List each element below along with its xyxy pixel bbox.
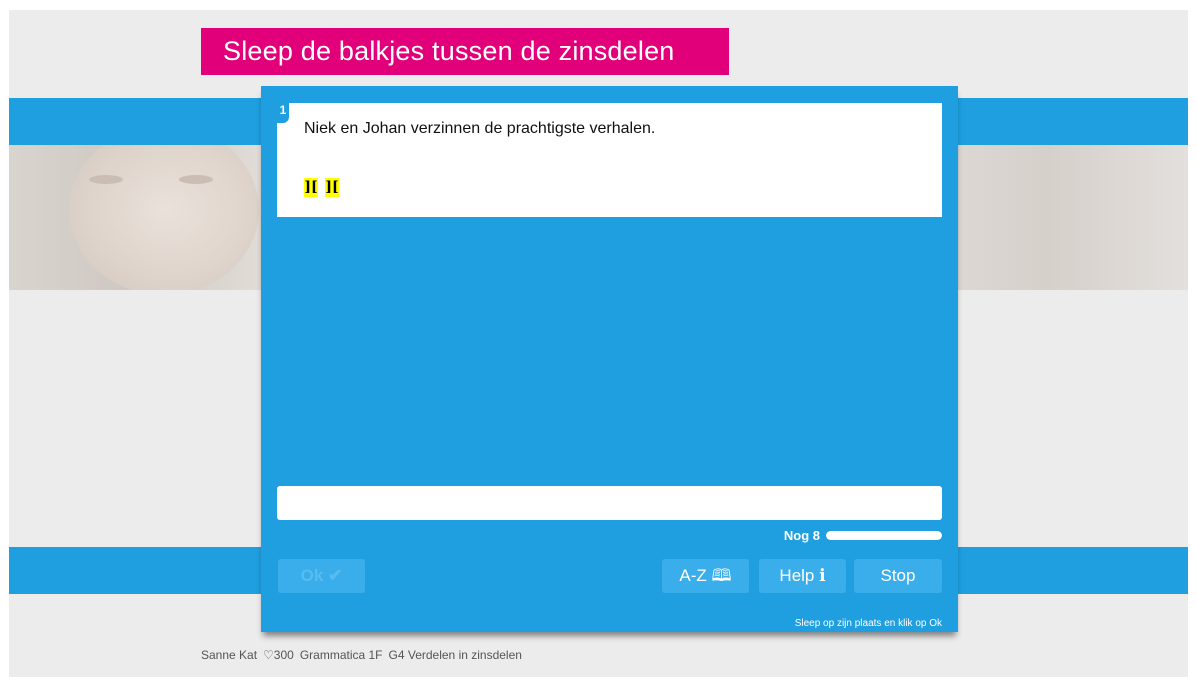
progress-bar [826,531,942,540]
progress-indicator: Nog 8 [784,528,942,543]
eye-shape [89,175,123,184]
divider-marker[interactable]: ][ [304,178,318,197]
user-name: Sanne Kat [201,648,258,662]
eye-shape [179,175,213,184]
answer-field[interactable] [277,486,942,520]
marker-tray: ][ ][ [304,178,339,197]
instruction-hint: Sleep op zijn plaats en klik op Ok [794,618,942,629]
stop-button[interactable]: Stop [854,559,942,593]
exercise-panel: 1 Niek en Johan verzinnen de prachtigste… [261,86,958,632]
score-badge: ♡300 [263,648,294,662]
question-number: 1 [277,103,289,123]
help-button[interactable]: Help ℹ [759,559,846,593]
az-dictionary-button[interactable]: A-Z 🕮 [662,559,749,593]
question-card: 1 Niek en Johan verzinnen de prachtigste… [277,103,942,217]
status-footer: Sanne Kat ♡300 Grammatica 1F G4 Verdelen… [201,648,522,662]
divider-marker[interactable]: ][ [325,178,339,197]
progress-fill [826,531,942,540]
ok-button[interactable]: Ok ✔ [278,559,365,593]
face-image [69,145,259,290]
lesson-name: G4 Verdelen in zinsdelen [388,648,522,662]
progress-label: Nog 8 [783,528,820,543]
course-name: Grammatica 1F [299,648,383,662]
instruction-title: Sleep de balkjes tussen de zinsdelen [201,28,729,75]
question-sentence: Niek en Johan verzinnen de prachtigste v… [304,120,656,137]
